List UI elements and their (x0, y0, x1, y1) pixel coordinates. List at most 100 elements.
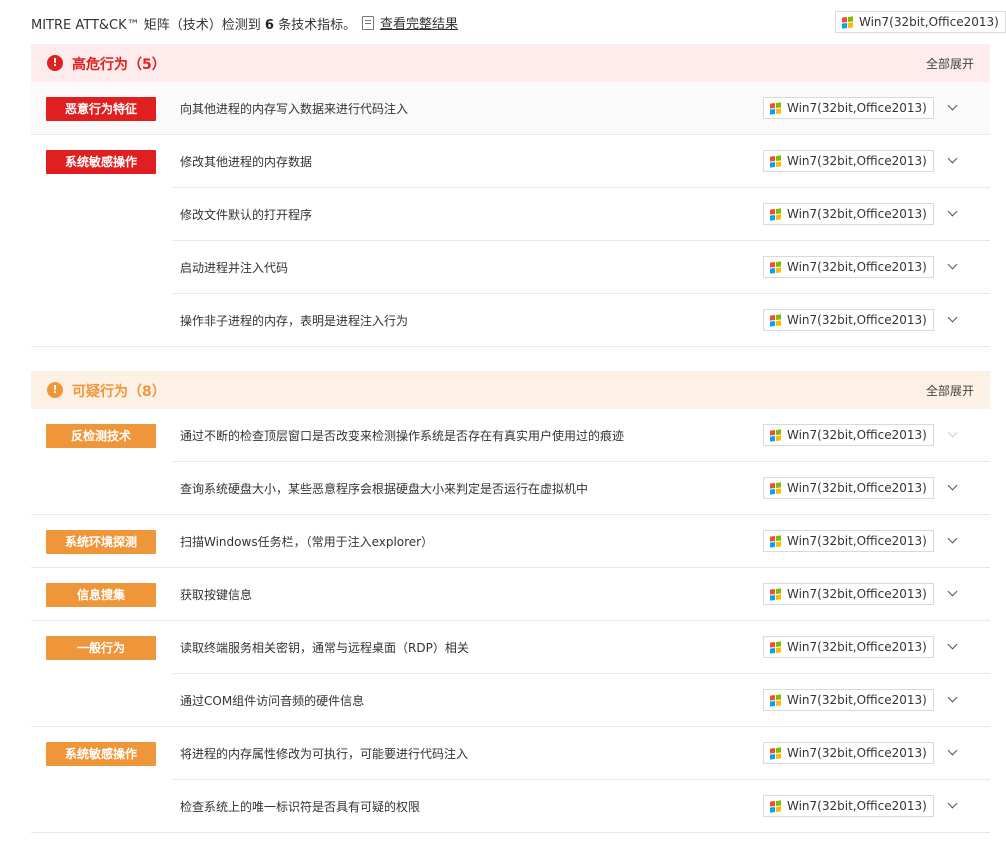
behavior-row[interactable]: 恶意行为特征 向其他进程的内存写入数据来进行代码注入 Win7(32bit,Offi… (31, 82, 990, 135)
alert-icon: ! (47, 55, 63, 71)
row-divider (31, 346, 990, 347)
environment-label: Win7(32bit,Office2013) (787, 587, 927, 601)
environment-tag: Win7(32bit,Office2013) (763, 530, 934, 552)
environment-tag: Win7(32bit,Office2013) (763, 256, 934, 278)
environment-tag: Win7(32bit,Office2013) (763, 203, 934, 225)
chevron-down-icon[interactable] (945, 798, 961, 814)
environment-label: Win7(32bit,Office2013) (787, 640, 927, 654)
chevron-down-icon[interactable] (945, 153, 961, 169)
summary-prefix: MITRE ATT&CK™ 矩阵（技术）检测到 (31, 18, 261, 33)
environment-label: Win7(32bit,Office2013) (787, 313, 927, 327)
behavior-description: 修改文件默认的打开程序 (180, 208, 313, 222)
category-badge: 系统敏感操作 (46, 150, 156, 174)
chevron-down-icon[interactable] (945, 427, 961, 443)
windows-icon (770, 693, 781, 707)
windows-icon (770, 260, 781, 274)
summary-count: 6 (264, 18, 274, 33)
summary-suffix: 条技术指标。 (278, 18, 357, 33)
environment-tag: Win7(32bit,Office2013) (763, 795, 934, 817)
section-title: 可疑行为（8） (72, 384, 166, 400)
environment-label: Win7(32bit,Office2013) (787, 481, 927, 495)
row-divider (31, 832, 990, 833)
chevron-down-icon[interactable] (945, 259, 961, 275)
chevron-down-icon[interactable] (945, 480, 961, 496)
document-icon (362, 16, 374, 30)
category-badge: 系统敏感操作 (46, 742, 156, 766)
chevron-down-icon[interactable] (945, 533, 961, 549)
behavior-description: 通过COM组件访问音频的硬件信息 (180, 694, 365, 708)
high-risk-list: 恶意行为特征 向其他进程的内存写入数据来进行代码注入 Win7(32bit,Offi… (31, 82, 990, 347)
behavior-row[interactable]: 系统敏感操作 将进程的内存属性修改为可执行，可能要进行代码注入 Win7(32bit… (31, 727, 990, 780)
chevron-down-icon[interactable] (945, 586, 961, 602)
behavior-description: 将进程的内存属性修改为可执行，可能要进行代码注入 (180, 747, 469, 761)
windows-icon (770, 481, 781, 495)
expand-all-button[interactable]: 全部展开 (926, 55, 974, 72)
environment-label: Win7(32bit,Office2013) (787, 260, 927, 274)
environment-tag: Win7(32bit,Office2013) (763, 583, 934, 605)
windows-icon (770, 313, 781, 327)
environment-label: Win7(32bit,Office2013) (787, 534, 927, 548)
behavior-row[interactable]: 操作非子进程的内存，表明是进程注入行为 Win7(32bit,Office2013… (31, 294, 990, 347)
environment-label: Win7(32bit,Office2013) (787, 428, 927, 442)
chevron-down-icon[interactable] (945, 692, 961, 708)
environment-tag: Win7(32bit,Office2013) (763, 477, 934, 499)
category-badge: 一般行为 (46, 636, 156, 660)
windows-icon (770, 207, 781, 221)
environment-label: Win7(32bit,Office2013) (787, 101, 927, 115)
windows-icon (770, 428, 781, 442)
behavior-row[interactable]: 反检测技术 通过不断的检查顶层窗口是否改变来检测操作系统是否存在有真实用户使用过的… (31, 409, 990, 462)
environment-tag: Win7(32bit,Office2013) (763, 97, 934, 119)
behavior-description: 启动进程并注入代码 (180, 261, 289, 275)
behavior-row[interactable]: 信息搜集 获取按键信息 Win7(32bit,Office2013) (31, 568, 990, 621)
behavior-row[interactable]: 一般行为 读取终端服务相关密钥，通常与远程桌面（RDP）相关 Win7(32bit,… (31, 621, 990, 674)
category-badge: 恶意行为特征 (46, 97, 156, 121)
windows-icon (842, 15, 853, 29)
category-badge: 信息搜集 (46, 583, 156, 607)
behavior-description: 向其他进程的内存写入数据来进行代码注入 (180, 102, 409, 116)
windows-icon (770, 534, 781, 548)
view-full-results-label: 查看完整结果 (380, 17, 459, 32)
chevron-down-icon[interactable] (945, 745, 961, 761)
behavior-row[interactable]: 启动进程并注入代码 Win7(32bit,Office2013) (31, 241, 990, 294)
environment-label: Win7(32bit,Office2013) (859, 15, 999, 29)
environment-tag: Win7(32bit,Office2013) (763, 150, 934, 172)
behavior-row[interactable]: 修改文件默认的打开程序 Win7(32bit,Office2013) (31, 188, 990, 241)
chevron-down-icon[interactable] (945, 206, 961, 222)
environment-label: Win7(32bit,Office2013) (787, 799, 927, 813)
behavior-row[interactable]: 系统敏感操作 修改其他进程的内存数据 Win7(32bit,Office2013) (31, 135, 990, 188)
windows-icon (770, 101, 781, 115)
behavior-row[interactable]: 查询系统硬盘大小，某些恶意程序会根据硬盘大小来判定是否运行在虚拟机中 Win7(3… (31, 462, 990, 515)
behavior-row[interactable]: 通过COM组件访问音频的硬件信息 Win7(32bit,Office2013) (31, 674, 990, 727)
environment-label: Win7(32bit,Office2013) (787, 693, 927, 707)
category-badge: 系统环境探测 (46, 530, 156, 554)
suspicious-list: 反检测技术 通过不断的检查顶层窗口是否改变来检测操作系统是否存在有真实用户使用过的… (31, 409, 990, 833)
behavior-description: 修改其他进程的内存数据 (180, 155, 313, 169)
behavior-description: 扫描Windows任务栏，（常用于注入explorer） (180, 535, 434, 549)
environment-label: Win7(32bit,Office2013) (787, 746, 927, 760)
summary-bar: MITRE ATT&CK™ 矩阵（技术）检测到 6 条技术指标。 查看完整结果 … (31, 0, 1006, 44)
view-full-results-link[interactable]: 查看完整结果 (362, 13, 458, 32)
chevron-down-icon[interactable] (945, 639, 961, 655)
environment-tag: Win7(32bit,Office2013) (835, 11, 1006, 33)
behavior-description: 获取按键信息 (180, 588, 253, 602)
windows-icon (770, 640, 781, 654)
chevron-down-icon[interactable] (945, 312, 961, 328)
environment-tag: Win7(32bit,Office2013) (763, 309, 934, 331)
environment-tag: Win7(32bit,Office2013) (763, 742, 934, 764)
summary-text: MITRE ATT&CK™ 矩阵（技术）检测到 6 条技术指标。 (31, 14, 356, 33)
behavior-description: 查询系统硬盘大小，某些恶意程序会根据硬盘大小来判定是否运行在虚拟机中 (180, 482, 589, 496)
windows-icon (770, 154, 781, 168)
expand-all-button[interactable]: 全部展开 (926, 382, 974, 399)
environment-tag: Win7(32bit,Office2013) (763, 689, 934, 711)
windows-icon (770, 587, 781, 601)
environment-tag: Win7(32bit,Office2013) (763, 424, 934, 446)
category-badge: 反检测技术 (46, 424, 156, 448)
environment-label: Win7(32bit,Office2013) (787, 154, 927, 168)
chevron-down-icon[interactable] (945, 100, 961, 116)
windows-icon (770, 799, 781, 813)
section-header-high-risk: ! 高危行为（5） 全部展开 (31, 44, 990, 82)
behavior-row[interactable]: 检查系统上的唯一标识符是否具有可疑的权限 Win7(32bit,Office201… (31, 780, 990, 833)
section-header-suspicious: ! 可疑行为（8） 全部展开 (31, 371, 990, 409)
behavior-description: 读取终端服务相关密钥，通常与远程桌面（RDP）相关 (180, 641, 469, 655)
behavior-row[interactable]: 系统环境探测 扫描Windows任务栏，（常用于注入explorer） Win7(3… (31, 515, 990, 568)
